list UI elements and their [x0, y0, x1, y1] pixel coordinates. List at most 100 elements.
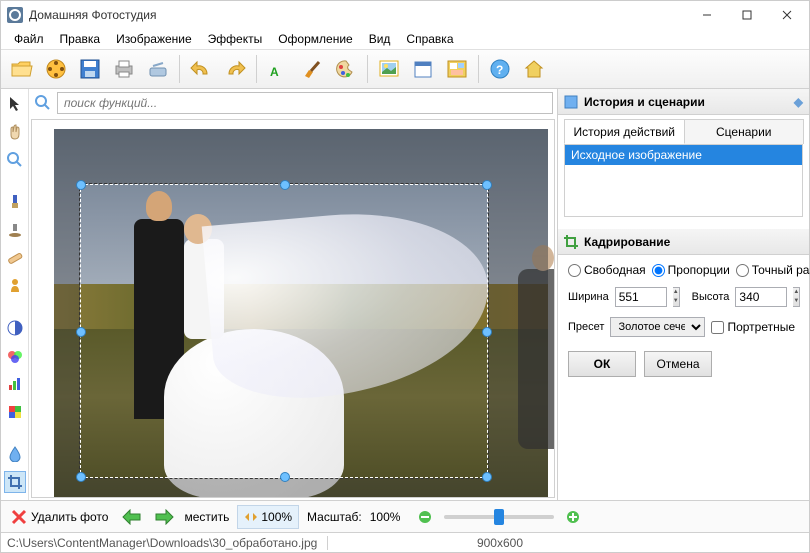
contrast-icon	[7, 320, 23, 336]
status-dims: 900x600	[477, 536, 523, 550]
tool-color[interactable]	[4, 401, 26, 423]
menu-view[interactable]: Вид	[362, 30, 398, 48]
history-item-0[interactable]: Исходное изображение	[565, 145, 802, 165]
pawn-icon	[8, 278, 22, 294]
canvas[interactable]	[31, 119, 555, 498]
crop-rect[interactable]	[80, 184, 488, 478]
search-icon[interactable]	[33, 93, 53, 113]
pin-icon[interactable]: ◆	[794, 95, 803, 109]
tb-collage[interactable]	[442, 54, 472, 84]
tab-scenarios[interactable]: Сценарии	[684, 119, 805, 144]
width-field[interactable]	[615, 287, 667, 307]
tool-contrast[interactable]	[4, 317, 26, 339]
menu-help[interactable]: Справка	[399, 30, 460, 48]
tb-sep-2	[256, 55, 257, 83]
stamp-icon	[8, 222, 22, 238]
scale-label: Масштаб:	[307, 510, 362, 524]
ok-button[interactable]: ОК	[568, 351, 636, 377]
tb-sep-3	[367, 55, 368, 83]
mode-free[interactable]: Свободная	[568, 263, 646, 277]
handle-nw[interactable]	[76, 180, 86, 190]
tool-strip	[1, 89, 29, 500]
tool-pointer[interactable]	[4, 93, 26, 115]
crop-panel-head: Кадрирование	[558, 229, 809, 255]
handle-se[interactable]	[482, 472, 492, 482]
height-spin[interactable]: ▲▼	[793, 287, 800, 307]
tb-scan[interactable]	[143, 54, 173, 84]
mode-exact[interactable]: Точный размер	[736, 263, 810, 277]
search-input[interactable]	[57, 92, 553, 114]
handle-ne[interactable]	[482, 180, 492, 190]
redo-icon	[223, 58, 247, 80]
tool-curves[interactable]	[4, 373, 26, 395]
tb-print[interactable]	[109, 54, 139, 84]
tool-zoom[interactable]	[4, 149, 26, 171]
delete-photo-button[interactable]: Удалить фото	[7, 507, 112, 527]
tb-image[interactable]	[374, 54, 404, 84]
height-field[interactable]	[735, 287, 787, 307]
handle-e[interactable]	[482, 327, 492, 337]
tb-open[interactable]	[7, 54, 37, 84]
next-photo-button[interactable]	[152, 505, 176, 529]
tb-text[interactable]: A	[263, 54, 293, 84]
prev-photo-button[interactable]	[120, 505, 144, 529]
tool-hand[interactable]	[4, 121, 26, 143]
menubar: Файл Правка Изображение Эффекты Оформлен…	[1, 29, 809, 49]
close-button[interactable]	[767, 1, 807, 29]
search-row	[29, 89, 557, 117]
menu-decorate[interactable]: Оформление	[271, 30, 359, 48]
menu-effects[interactable]: Эффекты	[201, 30, 270, 48]
tool-clone[interactable]	[4, 219, 26, 241]
bottom-bar: Удалить фото местить 100% Масштаб: 100%	[1, 500, 809, 532]
preset-select[interactable]: Золотое сечение	[610, 317, 705, 337]
width-spin[interactable]: ▲▼	[673, 287, 680, 307]
tb-palette[interactable]	[331, 54, 361, 84]
portrait-check[interactable]: Портретные	[711, 320, 795, 334]
fit-icon	[244, 511, 258, 523]
pointer-icon	[8, 96, 22, 112]
tool-figure[interactable]	[4, 275, 26, 297]
handle-sw[interactable]	[76, 472, 86, 482]
history-list[interactable]: Исходное изображение	[564, 145, 803, 217]
handle-s[interactable]	[280, 472, 290, 482]
size-row: Ширина ▲▼ Высота ▲▼	[568, 287, 799, 307]
text-icon: A	[267, 58, 289, 80]
minimize-button[interactable]	[687, 1, 727, 29]
mode-prop[interactable]: Пропорции	[652, 263, 730, 277]
tb-redo[interactable]	[220, 54, 250, 84]
menu-file[interactable]: Файл	[7, 30, 51, 48]
zoom-slider[interactable]	[444, 515, 554, 519]
fit-button[interactable]: 100%	[237, 505, 299, 529]
tb-catalog[interactable]	[41, 54, 71, 84]
tb-brush[interactable]	[297, 54, 327, 84]
handle-n[interactable]	[280, 180, 290, 190]
tb-save[interactable]	[75, 54, 105, 84]
menu-edit[interactable]: Правка	[53, 30, 108, 48]
tb-help[interactable]: ?	[485, 54, 515, 84]
tb-undo[interactable]	[186, 54, 216, 84]
zoom-out-button[interactable]	[418, 510, 432, 524]
maximize-button[interactable]	[727, 1, 767, 29]
tb-home[interactable]	[519, 54, 549, 84]
zoom-in-button[interactable]	[566, 510, 580, 524]
scanner-icon	[147, 58, 169, 80]
tab-history[interactable]: История действий	[564, 119, 685, 144]
zoom-thumb[interactable]	[494, 509, 504, 525]
tool-brush[interactable]	[4, 191, 26, 213]
tool-heal[interactable]	[4, 247, 26, 269]
tb-calendar[interactable]	[408, 54, 438, 84]
crop-panel-icon	[564, 235, 578, 249]
tool-levels[interactable]	[4, 345, 26, 367]
center-panel	[29, 89, 557, 500]
menu-image[interactable]: Изображение	[109, 30, 199, 48]
cancel-button[interactable]: Отмена	[644, 351, 712, 377]
maximize-icon	[742, 10, 752, 20]
tool-sharpen[interactable]	[4, 443, 26, 465]
width-label: Ширина	[568, 291, 609, 303]
tool-crop[interactable]	[4, 471, 26, 493]
arrow-right-icon	[154, 509, 174, 525]
undo-icon	[189, 58, 213, 80]
history-icon	[564, 95, 578, 109]
handle-w[interactable]	[76, 327, 86, 337]
close-icon	[782, 10, 792, 20]
